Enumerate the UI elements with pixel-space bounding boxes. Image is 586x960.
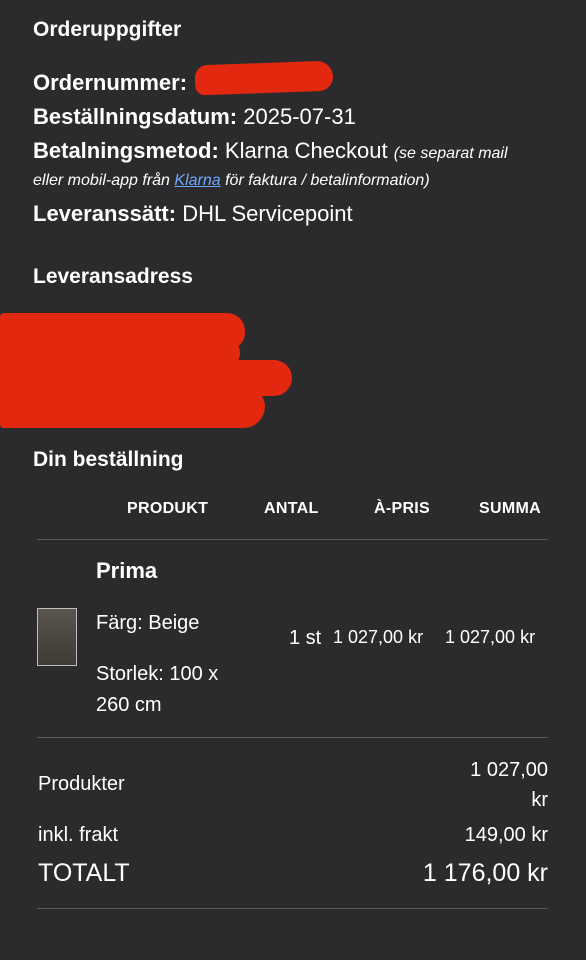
products-subtotal-value-line1: 1 027,00 <box>470 759 548 781</box>
klarna-link[interactable]: Klarna <box>174 172 220 189</box>
product-size-line2: 260 cm <box>96 694 162 716</box>
shipping-label: inkl. frakt <box>38 824 119 846</box>
column-header-sum: SUMMA <box>479 500 541 517</box>
payment-method-label: Betalningsmetod: <box>33 138 219 163</box>
order-details-heading: Orderuppgifter <box>33 18 182 41</box>
grand-total-value: 1 176,00 kr <box>422 859 548 887</box>
payment-method-value: Klarna Checkout <box>224 138 388 163</box>
table-divider-top <box>37 539 548 540</box>
order-date-row: Beställningsdatum: 2025-07-31 <box>33 104 356 130</box>
delivery-address-heading: Leveransadress <box>33 265 193 288</box>
grand-total-label: TOTALT <box>38 859 130 887</box>
order-date-label: Beställningsdatum: <box>33 104 238 129</box>
column-header-unit-price: À-PRIS <box>374 500 431 517</box>
order-number-row: Ordernummer: <box>33 70 187 96</box>
product-thumbnail <box>37 608 77 666</box>
product-unit-price: 1 027,00 kr <box>333 627 424 647</box>
product-name: Prima <box>96 558 158 583</box>
payment-note-cont: eller mobil-app från <box>33 172 170 189</box>
delivery-method-label: Leveranssätt: <box>33 201 177 226</box>
product-quantity: 1 st <box>289 627 322 649</box>
product-total: 1 027,00 kr <box>445 627 536 647</box>
products-subtotal-label: Produkter <box>38 773 125 795</box>
column-header-quantity: ANTAL <box>264 500 319 517</box>
products-subtotal-value-line2: kr <box>531 789 548 811</box>
payment-note-row: eller mobil-app från Klarna för faktura … <box>33 172 430 190</box>
order-number-redaction <box>194 60 334 96</box>
totals-divider <box>37 908 548 909</box>
your-order-heading: Din beställning <box>33 448 184 471</box>
table-divider-bottom <box>37 737 548 738</box>
column-header-product: PRODUKT <box>127 500 209 517</box>
delivery-method-value: DHL Servicepoint <box>182 201 353 226</box>
payment-method-row: Betalningsmetod: Klarna Checkout (se sep… <box>33 138 508 164</box>
order-confirmation-page: Orderuppgifter Ordernummer: Beställnings… <box>0 0 586 960</box>
product-size-line1: Storlek: 100 x <box>96 663 219 685</box>
order-date-value: 2025-07-31 <box>243 104 356 129</box>
delivery-method-row: Leveranssätt: DHL Servicepoint <box>33 201 353 227</box>
product-color: Färg: Beige <box>96 612 200 634</box>
order-number-label: Ordernummer: <box>33 70 188 95</box>
payment-note-start: (se separat mail <box>393 145 508 162</box>
shipping-value: 149,00 kr <box>464 824 548 846</box>
payment-note-end: för faktura / betalinformation) <box>225 172 430 189</box>
